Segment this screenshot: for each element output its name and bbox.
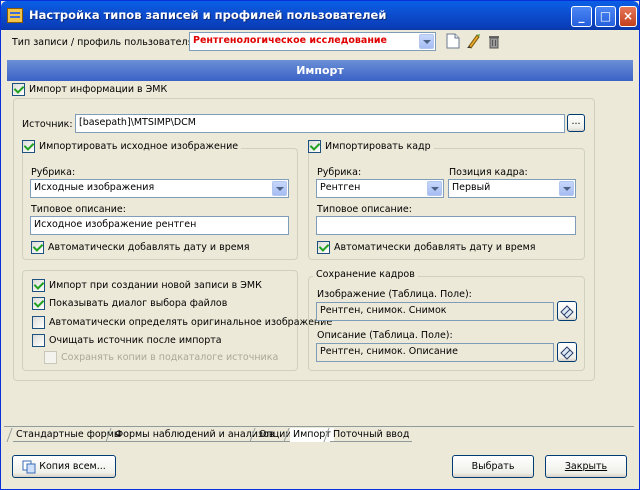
tab-stream-input[interactable]: Поточный ввод: [330, 428, 413, 442]
import-frame-label: Импортировать кадр: [325, 141, 431, 152]
option-checkbox-0[interactable]: Импорт при создании новой записи в ЭМК: [32, 279, 262, 292]
frame-position-label: Позиция кадра:: [449, 167, 528, 178]
source-label: Источник:: [22, 119, 73, 130]
option-checkbox-1[interactable]: Показывать диалог выбора файлов: [32, 297, 227, 310]
checkbox-box[interactable]: [22, 140, 35, 153]
checkbox-box[interactable]: [32, 279, 45, 292]
frame-position-value: Первый: [452, 182, 491, 193]
dialog-window: Настройка типов записей и профилей польз…: [0, 0, 640, 490]
record-type-value: Рентгенологическое исследование: [193, 35, 388, 46]
frame-image-label: Изображение (Таблица. Поле):: [317, 289, 472, 300]
dialog-content: Тип записи / профиль пользователя Рентге…: [4, 30, 636, 488]
option-label: Показывать диалог выбора файлов: [49, 298, 228, 309]
eraser-icon: [560, 346, 574, 360]
right-desc-input[interactable]: [316, 216, 576, 235]
window-title: Настройка типов записей и профилей польз…: [29, 8, 387, 22]
checkbox-box[interactable]: [308, 140, 321, 153]
checkbox-box[interactable]: [12, 83, 25, 96]
minimize-button[interactable]: _: [571, 6, 592, 27]
pick-image-field-button[interactable]: [557, 301, 577, 321]
new-document-icon[interactable]: [446, 33, 460, 49]
frame-position-select[interactable]: Первый: [448, 179, 576, 198]
frame-saving-title: Сохранение кадров: [313, 269, 418, 280]
chevron-down-icon[interactable]: [427, 181, 442, 196]
right-rubric-value: Рентген: [320, 182, 361, 193]
pick-desc-field-button[interactable]: [557, 342, 577, 362]
option-label: Импорт при создании новой записи в ЭМК: [49, 280, 262, 291]
copy-icon: [22, 460, 36, 473]
chevron-down-icon[interactable]: [419, 34, 434, 49]
chevron-down-icon[interactable]: [272, 181, 287, 196]
option-label: Сохранять копии в подкаталоге источника: [61, 352, 279, 363]
chevron-down-icon[interactable]: [559, 181, 574, 196]
option-checkbox-4: Сохранять копии в подкаталоге источника: [44, 351, 278, 364]
left-rubric-label: Рубрика:: [31, 167, 76, 178]
checkbox-box[interactable]: [31, 241, 44, 254]
eraser-icon: [560, 305, 574, 319]
trash-icon[interactable]: [487, 33, 501, 49]
right-rubric-label: Рубрика:: [317, 167, 362, 178]
import-frame-checkbox[interactable]: Импортировать кадр: [305, 140, 434, 153]
left-desc-label: Типовое описание:: [31, 204, 126, 215]
copy-all-button[interactable]: Копия всем...: [12, 455, 116, 478]
checkbox-box[interactable]: [32, 297, 45, 310]
record-type-label: Тип записи / профиль пользователя: [12, 37, 194, 48]
import-emk-label: Импорт информации в ЭМК: [29, 84, 168, 95]
close-button[interactable]: Закрыть: [545, 455, 627, 478]
import-source-image-label: Импортировать исходное изображение: [39, 141, 239, 152]
option-checkbox-2[interactable]: Автоматически определять оригинальное из…: [32, 316, 332, 329]
left-rubric-value: Исходные изображения: [34, 182, 155, 193]
import-emk-checkbox[interactable]: Импорт информации в ЭМК: [12, 83, 167, 96]
copy-all-label: Копия всем...: [39, 461, 106, 472]
checkbox-box: [44, 351, 57, 364]
title-bar[interactable]: Настройка типов записей и профилей польз…: [1, 1, 639, 30]
select-button[interactable]: Выбрать: [452, 455, 534, 478]
frame-desc-field[interactable]: Рентген, снимок. Описание: [316, 343, 554, 362]
right-auto-date-label: Автоматически добавлять дату и время: [334, 242, 536, 253]
left-auto-date-label: Автоматически добавлять дату и время: [48, 242, 250, 253]
checkbox-box[interactable]: [32, 334, 45, 347]
app-icon: [7, 8, 23, 23]
right-auto-date-checkbox[interactable]: Автоматически добавлять дату и время: [317, 241, 535, 254]
right-desc-label: Типовое описание:: [317, 204, 412, 215]
option-checkbox-3[interactable]: Очищать источник после импорта: [32, 334, 222, 347]
frame-image-field[interactable]: Рентген, снимок. Снимок: [316, 302, 554, 321]
import-source-image-checkbox[interactable]: Импортировать исходное изображение: [19, 140, 242, 153]
maximize-button[interactable]: □: [595, 6, 616, 27]
left-desc-input[interactable]: Исходное изображение рентген: [30, 216, 289, 235]
checkbox-box[interactable]: [317, 241, 330, 254]
checkbox-box[interactable]: [32, 316, 45, 329]
frame-desc-label: Описание (Таблица. Поле):: [317, 330, 453, 341]
option-label: Автоматически определять оригинальное из…: [49, 317, 333, 328]
left-auto-date-checkbox[interactable]: Автоматически добавлять дату и время: [31, 241, 249, 254]
record-type-select[interactable]: Рентгенологическое исследование: [189, 32, 436, 51]
left-rubric-select[interactable]: Исходные изображения: [30, 179, 289, 198]
option-label: Очищать источник после импорта: [49, 335, 222, 346]
section-banner: Импорт: [7, 60, 633, 81]
edit-pencil-icon[interactable]: [466, 32, 480, 49]
source-input[interactable]: [basepath]\MTSIMP\DCM: [75, 114, 565, 133]
tabs-divider: [4, 426, 634, 427]
right-rubric-select[interactable]: Рентген: [316, 179, 444, 198]
browse-source-button[interactable]: ...: [567, 114, 585, 132]
close-window-button[interactable]: ×: [619, 6, 637, 27]
